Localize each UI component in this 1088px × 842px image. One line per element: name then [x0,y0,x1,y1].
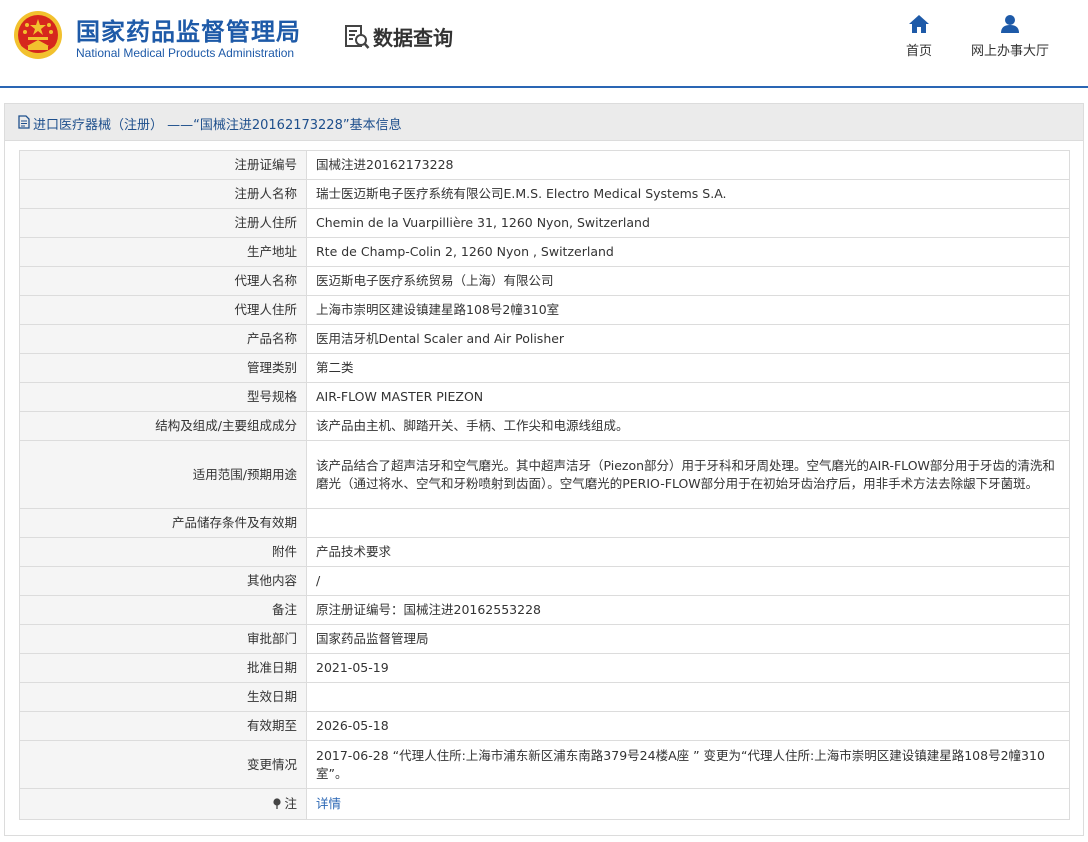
row-value: 国械注进20162173228 [306,150,1070,180]
national-emblem-icon [14,11,62,59]
site-header: 国家药品监督管理局 National Medical Products Admi… [0,0,1088,88]
row-label: 代理人住所 [19,295,307,325]
brand-name-en: National Medical Products Administration [76,46,295,60]
table-row: 代理人住所 上海市崇明区建设镇建星路108号2幢310室 [19,295,1070,325]
table-row: 注册人名称 瑞士医迈斯电子医疗系统有限公司E.M.S. Electro Medic… [19,179,1070,209]
home-icon [909,15,929,33]
row-label: 结构及组成/主要组成成分 [19,411,307,441]
note-value-cell: 详情 [306,788,1070,820]
row-label: 备注 [19,595,307,625]
row-value: 国家药品监督管理局 [306,624,1070,654]
nav-online-office-button[interactable]: 网上办事大厅 [962,14,1058,62]
table-row: 注册证编号 国械注进20162173228 [19,150,1070,180]
table-row: 型号规格 AIR-FLOW MASTER PIEZON [19,382,1070,412]
row-value: AIR-FLOW MASTER PIEZON [306,382,1070,412]
table-row: 生效日期 [19,682,1070,712]
row-value: Chemin de la Vuarpillière 31, 1260 Nyon,… [306,208,1070,238]
table-row: 生产地址 Rte de Champ-Colin 2, 1260 Nyon , Sw… [19,237,1070,267]
table-row: 代理人名称 医迈斯电子医疗系统贸易（上海）有限公司 [19,266,1070,296]
row-value: 该产品由主机、脚踏开关、手柄、工作尖和电源线组成。 [306,411,1070,441]
row-label: 生产地址 [19,237,307,267]
row-value: 该产品结合了超声洁牙和空气磨光。其中超声洁牙（Piezon部分）用于牙科和牙周处… [306,440,1070,509]
row-label: 注册人住所 [19,208,307,238]
row-label: 代理人名称 [19,266,307,296]
row-label: 附件 [19,537,307,567]
table-row: 批准日期 2021-05-19 [19,653,1070,683]
nav-home-button[interactable]: 首页 [893,14,945,62]
panel-header: 进口医疗器械（注册） ——“国械注进20162173228”基本信息 [5,104,1083,141]
table-row: 管理类别 第二类 [19,353,1070,383]
pin-icon [273,798,282,809]
row-value [306,682,1070,712]
table-row: 注册人住所 Chemin de la Vuarpillière 31, 1260 … [19,208,1070,238]
row-label: 产品名称 [19,324,307,354]
row-value: Rte de Champ-Colin 2, 1260 Nyon , Switze… [306,237,1070,267]
row-label: 生效日期 [19,682,307,712]
row-label: 变更情况 [19,740,307,789]
table-row: 适用范围/预期用途 该产品结合了超声洁牙和空气磨光。其中超声洁牙（Piezon部分… [19,440,1070,509]
table-row: 附件 产品技术要求 [19,537,1070,567]
row-label: 注册证编号 [19,150,307,180]
row-label: 批准日期 [19,653,307,683]
table-row: 变更情况 2017-06-28 “代理人住所:上海市浦东新区浦东南路379号24楼… [19,740,1070,789]
info-panel: 进口医疗器械（注册） ——“国械注进20162173228”基本信息 注册证编号… [4,103,1084,836]
table-row: 结构及组成/主要组成成分 该产品由主机、脚踏开关、手柄、工作尖和电源线组成。 [19,411,1070,441]
row-value: 2026-05-18 [306,711,1070,741]
row-label: 管理类别 [19,353,307,383]
row-value: 产品技术要求 [306,537,1070,567]
row-value: / [306,566,1070,596]
row-label: 有效期至 [19,711,307,741]
row-label: 产品储存条件及有效期 [19,508,307,538]
row-value: 2017-06-28 “代理人住所:上海市浦东新区浦东南路379号24楼A座 ”… [306,740,1070,789]
table-row: 有效期至 2026-05-18 [19,711,1070,741]
row-value: 原注册证编号：国械注进20162553228 [306,595,1070,625]
row-label: 适用范围/预期用途 [19,440,307,509]
document-icon [18,115,30,129]
table-row: 产品名称 医用洁牙机Dental Scaler and Air Polisher [19,324,1070,354]
note-label-cell: 注 [19,788,307,820]
row-label: 型号规格 [19,382,307,412]
table-row-note: 注 详情 [19,788,1070,820]
brand-name-cn: 国家药品监督管理局 [76,18,301,46]
data-query-icon [345,25,370,49]
nav-home-label: 首页 [905,44,932,59]
data-query-title: 数据查询 [373,26,453,50]
table-row: 审批部门 国家药品监督管理局 [19,624,1070,654]
row-value: 第二类 [306,353,1070,383]
note-label: 注 [284,796,297,811]
panel-title: 进口医疗器械（注册） ——“国械注进20162173228”基本信息 [33,118,402,133]
table-row: 备注 原注册证编号：国械注进20162553228 [19,595,1070,625]
row-value: 瑞士医迈斯电子医疗系统有限公司E.M.S. Electro Medical Sy… [306,179,1070,209]
details-link[interactable]: 详情 [316,796,341,811]
row-label: 其他内容 [19,566,307,596]
row-value: 医用洁牙机Dental Scaler and Air Polisher [306,324,1070,354]
user-icon [1001,15,1019,33]
table-row: 产品储存条件及有效期 [19,508,1070,538]
row-value [306,508,1070,538]
row-label: 注册人名称 [19,179,307,209]
info-table: 注册证编号 国械注进20162173228 注册人名称 瑞士医迈斯电子医疗系统有限公司… [19,150,1070,820]
row-label: 审批部门 [19,624,307,654]
row-value: 2021-05-19 [306,653,1070,683]
row-value: 上海市崇明区建设镇建星路108号2幢310室 [306,295,1070,325]
row-value: 医迈斯电子医疗系统贸易（上海）有限公司 [306,266,1070,296]
table-row: 其他内容 / [19,566,1070,596]
nav-online-office-label: 网上办事大厅 [970,44,1049,59]
